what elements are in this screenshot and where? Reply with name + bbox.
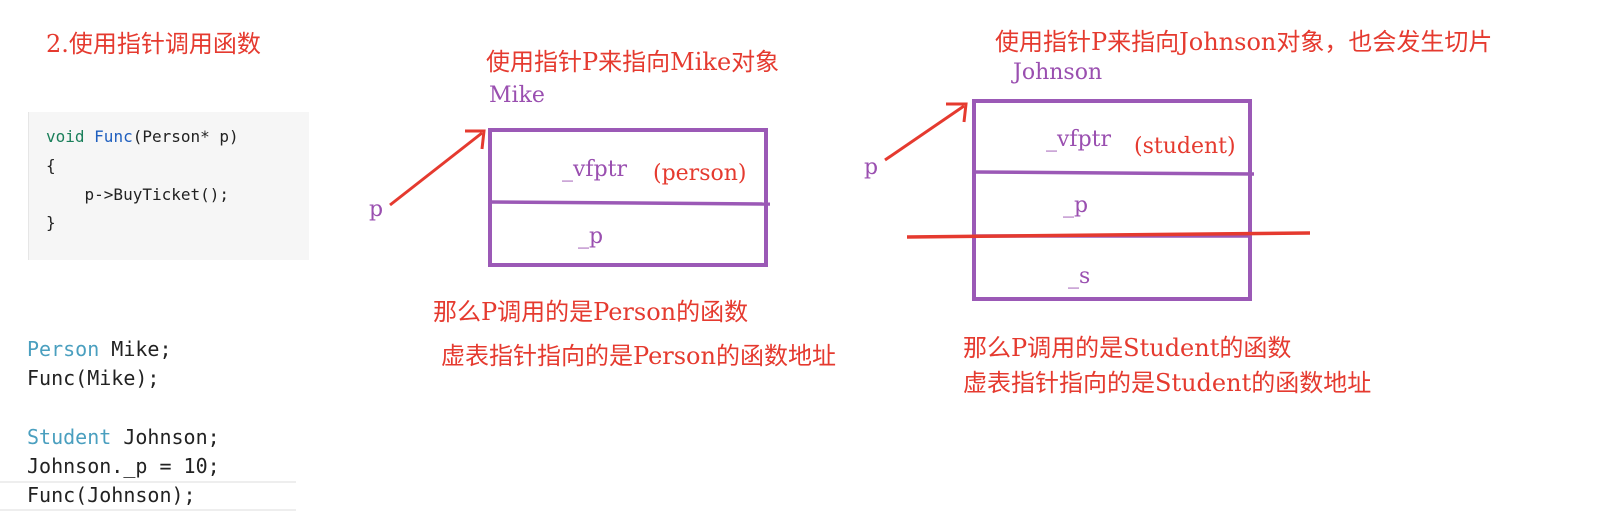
johnson-member-p: _p bbox=[1063, 193, 1089, 218]
johnson-object-box bbox=[972, 99, 1252, 301]
johnson-divider-1 bbox=[973, 170, 1255, 176]
johnson-note-2: 虚表指针指向的是Student的函数地址 bbox=[963, 369, 1372, 397]
johnson-member-s: _s bbox=[1068, 264, 1091, 289]
diagram-shapes bbox=[0, 99, 1311, 511]
johnson-object-name: Johnson bbox=[1013, 60, 1103, 85]
johnson-caption: 使用指针P来指向Johnson对象，也会发生切片 bbox=[995, 28, 1493, 56]
mike-vfptr: _vfptr bbox=[562, 157, 628, 182]
johnson-note-1: 那么P调用的是Student的函数 bbox=[963, 334, 1292, 362]
johnson-vfptr-note: (student) bbox=[1134, 134, 1236, 159]
mike-object-box bbox=[488, 128, 768, 267]
mike-divider bbox=[489, 200, 771, 206]
mike-member-p: _p bbox=[578, 224, 604, 249]
mike-caption: 使用指针P来指向Mike对象 bbox=[486, 48, 780, 76]
mike-note-2: 虚表指针指向的是Person的函数地址 bbox=[441, 342, 836, 370]
mike-note-1: 那么P调用的是Person的函数 bbox=[433, 298, 749, 326]
johnson-vfptr: _vfptr bbox=[1046, 127, 1112, 152]
mike-pointer-arrow bbox=[389, 131, 483, 207]
johnson-pointer-arrow bbox=[884, 104, 965, 162]
johnson-pointer-label: p bbox=[864, 155, 879, 180]
mike-vfptr-note: (person) bbox=[653, 161, 747, 186]
mike-pointer-label: p bbox=[369, 197, 384, 222]
mike-object-name: Mike bbox=[489, 83, 545, 108]
